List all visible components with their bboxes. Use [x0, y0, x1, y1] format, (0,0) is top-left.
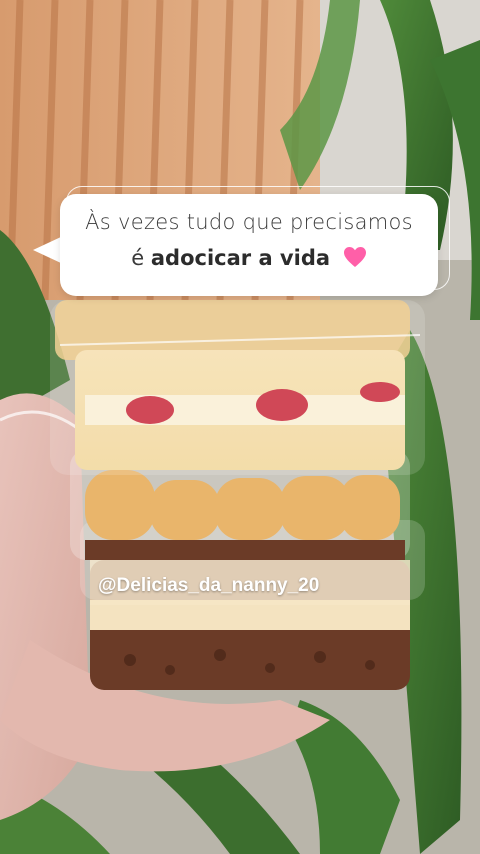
caption-line-2: é adocicar a vida — [60, 246, 438, 270]
photo-background — [0, 0, 480, 854]
caption-bubble-tail — [33, 236, 63, 264]
pink-heart-icon — [343, 247, 366, 267]
caption-prefix: é — [131, 246, 145, 270]
top-dessert-box — [50, 300, 425, 475]
account-handle-watermark: @Delicias_da_nanny_20 — [98, 575, 320, 596]
caption-line-1: Às vezes tudo que precisamos — [85, 210, 413, 234]
dessert-photo — [0, 0, 480, 854]
caption-bold-text: adocicar a vida — [150, 246, 331, 270]
